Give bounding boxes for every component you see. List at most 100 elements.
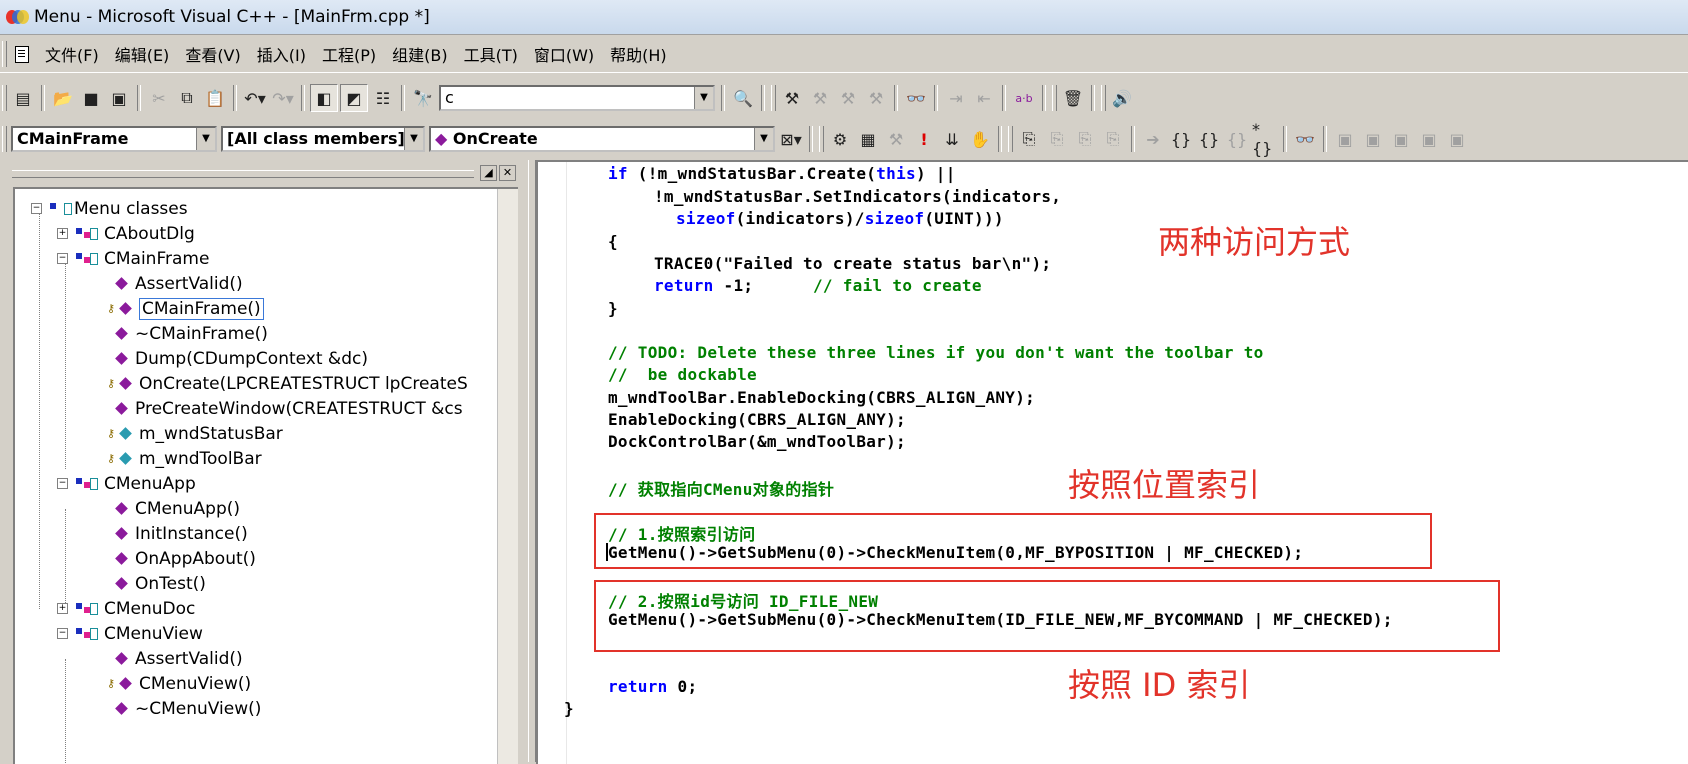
tree-item-method[interactable]: ~CMainFrame() (115, 321, 268, 346)
window-list-icon[interactable]: ☷ (370, 85, 396, 111)
build-mini-icon[interactable]: ▦ (855, 126, 881, 152)
pane-splitter[interactable] (528, 160, 536, 762)
tree-item-method[interactable]: ~CMenuView() (115, 696, 261, 721)
tree-item-class[interactable]: − CMenuView (57, 621, 203, 646)
memory-window-icon[interactable]: ▣ (1416, 126, 1442, 152)
tree-item-class[interactable]: + CAboutDlg (57, 221, 195, 246)
tree-root[interactable]: − Menu classes (31, 196, 188, 221)
tree-item-method[interactable]: ⚷ OnCreate(LPCREATESTRUCT lpCreateS (107, 371, 468, 396)
menu-file[interactable]: 文件(F) (37, 42, 107, 66)
collapse-icon[interactable]: − (57, 253, 68, 264)
binoculars-icon[interactable]: 👓 (903, 85, 929, 111)
tree-item-class[interactable]: − CMenuApp (57, 471, 196, 496)
tree-item-method[interactable]: PreCreateWindow(CREATESTRUCT &cs (115, 396, 463, 421)
watch-window-icon[interactable]: ▣ (1332, 126, 1358, 152)
stop-build-icon[interactable]: ⚒ (835, 85, 861, 111)
save-icon[interactable]: ■ (78, 85, 104, 111)
chevron-down-icon[interactable]: ▼ (196, 128, 215, 150)
window-title: Menu - Microsoft Visual C++ - [MainFrm.c… (34, 7, 430, 27)
indent-icon[interactable]: ⇥ (943, 85, 969, 111)
apply-code-changes-icon[interactable]: ⎘ (1100, 126, 1126, 152)
cut-icon[interactable]: ✂ (146, 85, 172, 111)
registers-window-icon[interactable]: ▣ (1388, 126, 1414, 152)
tree-item-method[interactable]: OnAppAbout() (115, 546, 256, 571)
toggle-whitespace-icon[interactable]: a·b (1011, 85, 1037, 111)
find-combo[interactable]: c ▼ (439, 85, 715, 111)
output-icon[interactable]: ◩ (340, 84, 368, 112)
tree-item-method[interactable]: CMenuApp() (115, 496, 240, 521)
tree-item-class[interactable]: − CMainFrame (57, 246, 209, 271)
copy-icon[interactable]: ⧉ (174, 85, 200, 111)
menu-help[interactable]: 帮助(H) (602, 42, 675, 66)
member-combo[interactable]: ◆ OnCreate ▼ (429, 126, 775, 152)
undo-icon[interactable]: ↶▾ (242, 85, 268, 111)
breakpoint-hand-icon[interactable]: ✋ (967, 126, 993, 152)
redo-icon[interactable]: ↷▾ (270, 85, 296, 111)
tree-item-class[interactable]: + CMenuDoc (57, 596, 195, 621)
new-text-file-icon[interactable]: ▤ (10, 85, 36, 111)
run-to-cursor-icon[interactable]: *{} (1252, 120, 1278, 158)
build-stop-icon[interactable]: ⚒ (883, 126, 909, 152)
menu-tools[interactable]: 工具(T) (456, 42, 526, 66)
execute-icon[interactable]: ! (911, 126, 937, 152)
save-all-icon[interactable]: ▣ (106, 85, 132, 111)
go-icon[interactable]: ⇊ (939, 126, 965, 152)
paste-icon[interactable]: 📋 (202, 85, 228, 111)
workspace-load-icon[interactable]: ⚙ (827, 126, 853, 152)
execute-icon[interactable]: ⚒ (863, 85, 889, 111)
speaker-icon[interactable]: 🔊 (1109, 85, 1135, 111)
step-into-icon[interactable]: {} (1168, 126, 1194, 152)
expand-icon[interactable]: + (57, 228, 68, 239)
debug-restart-icon[interactable]: ⎘ (1016, 126, 1042, 152)
step-over-icon[interactable]: {} (1196, 126, 1222, 152)
menu-view[interactable]: 查看(V) (177, 42, 248, 66)
class-combo[interactable]: CMainFrame ▼ (11, 126, 217, 152)
menu-insert[interactable]: 插入(I) (249, 42, 314, 66)
open-folder-icon[interactable]: 📂 (50, 85, 76, 111)
tree-item-method[interactable]: InitInstance() (115, 521, 248, 546)
menu-project[interactable]: 工程(P) (314, 42, 384, 66)
tree-item-method[interactable]: AssertValid() (115, 271, 243, 296)
tree-item-method-selected[interactable]: ⚷ CMainFrame() (107, 296, 264, 321)
collapse-icon[interactable]: − (57, 628, 68, 639)
outdent-icon[interactable]: ⇤ (971, 85, 997, 111)
quickwatch-icon[interactable]: 👓 (1292, 126, 1318, 152)
search-icon[interactable]: 🔍 (730, 85, 756, 111)
collapse-icon[interactable]: − (31, 203, 42, 214)
pane-close-icon[interactable]: ✕ (499, 165, 516, 181)
tree-item-method[interactable]: Dump(CDumpContext &dc) (115, 346, 368, 371)
show-next-statement-icon[interactable]: ➔ (1140, 126, 1166, 152)
chevron-down-icon[interactable]: ▼ (694, 87, 713, 109)
wizard-action-icon[interactable]: ⊠▾ (778, 126, 804, 152)
code-editor[interactable]: if (!m_wndStatusBar.Create(this) || !m_w… (536, 160, 1688, 764)
find-in-files-icon[interactable]: 🔭 (410, 85, 436, 111)
tree-item-variable[interactable]: ⚷ m_wndStatusBar (107, 421, 283, 446)
toolbar-grip[interactable] (2, 85, 7, 111)
tree-item-method[interactable]: AssertValid() (115, 646, 243, 671)
compile-icon[interactable]: ⚒ (779, 85, 805, 111)
expand-icon[interactable]: + (57, 603, 68, 614)
filter-combo[interactable]: [All class members] ▼ (221, 126, 425, 152)
tree-item-method[interactable]: ⚷ CMenuView() (107, 671, 251, 696)
step-out-icon[interactable]: {} (1224, 126, 1250, 152)
menu-window[interactable]: 窗口(W) (526, 42, 602, 66)
menubar-grip[interactable] (2, 41, 7, 67)
trash-icon[interactable]: 🗑 (1060, 85, 1086, 111)
debug-break-icon[interactable]: ⎘ (1072, 126, 1098, 152)
editor-gutter[interactable] (538, 162, 567, 764)
build-icon[interactable]: ⚒ (807, 85, 833, 111)
variables-window-icon[interactable]: ▣ (1360, 126, 1386, 152)
collapse-icon[interactable]: − (57, 478, 68, 489)
tree-item-variable[interactable]: ⚷ m_wndToolBar (107, 446, 262, 471)
workspace-icon[interactable]: ◧ (310, 84, 338, 112)
chevron-down-icon[interactable]: ▼ (754, 128, 773, 150)
tree-item-method[interactable]: OnTest() (115, 571, 206, 596)
pane-restore-icon[interactable]: ◢ (480, 165, 497, 181)
debug-stop-icon[interactable]: ⎘ (1044, 126, 1070, 152)
document-icon[interactable] (15, 45, 29, 63)
tree-scrollbar[interactable] (497, 189, 518, 764)
menu-build[interactable]: 组建(B) (384, 42, 455, 66)
call-stack-icon[interactable]: ▣ (1444, 126, 1470, 152)
menu-edit[interactable]: 编辑(E) (107, 42, 178, 66)
chevron-down-icon[interactable]: ▼ (404, 128, 423, 150)
